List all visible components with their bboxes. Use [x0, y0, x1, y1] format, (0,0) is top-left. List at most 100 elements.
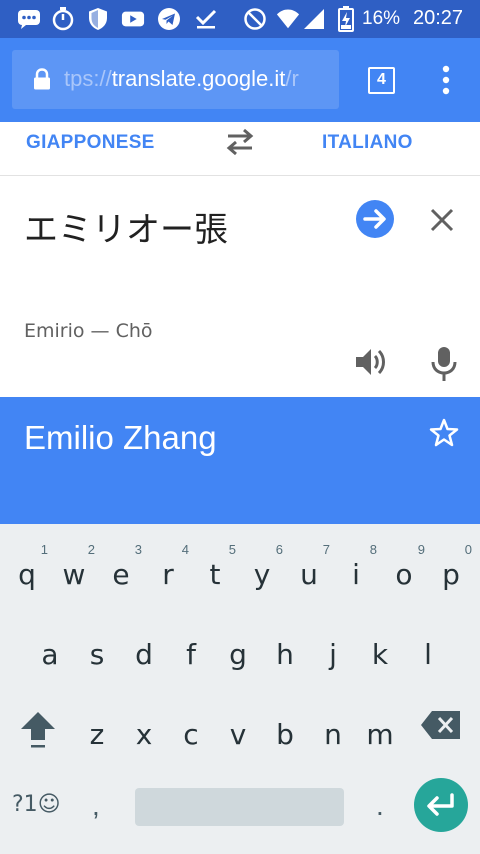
- target-language-button[interactable]: ITALIANO: [322, 132, 413, 154]
- url-bar[interactable]: tps://translate.google.it/r: [12, 50, 339, 109]
- space-bar[interactable]: [135, 788, 344, 826]
- translation-text[interactable]: Emilio Zhang: [24, 419, 217, 457]
- shift-key[interactable]: [18, 710, 58, 750]
- url-domain: translate.google.it: [111, 66, 286, 91]
- source-text[interactable]: エミリオー張: [24, 202, 228, 251]
- url-text: tps://translate.google.it/r: [64, 66, 299, 92]
- key-f[interactable]: f: [168, 612, 214, 676]
- key-label: q: [18, 558, 36, 591]
- key-hint-number: 3: [134, 542, 142, 557]
- key-d[interactable]: d: [121, 612, 167, 676]
- star-outline-icon: [429, 418, 459, 447]
- key-label: n: [324, 718, 342, 751]
- youtube-icon: [121, 7, 145, 31]
- source-input-area[interactable]: エミリオー張 Emirio — Chō: [0, 176, 480, 397]
- swap-arrows-icon: [226, 128, 254, 156]
- key-label: m: [366, 718, 394, 751]
- tab-switcher-button[interactable]: 4: [368, 67, 395, 94]
- shield-icon: [86, 7, 110, 31]
- key-label: g: [229, 638, 247, 671]
- key-label: f: [186, 638, 196, 671]
- battery-percent: 16%: [362, 8, 401, 29]
- key-label: a: [41, 638, 59, 671]
- key-j[interactable]: j: [310, 612, 356, 676]
- clear-input-button[interactable]: [428, 206, 456, 234]
- key-label: t: [209, 558, 221, 591]
- key-p[interactable]: p0: [428, 532, 474, 596]
- clock: 20:27: [413, 7, 464, 29]
- key-k[interactable]: k: [357, 612, 403, 676]
- stopwatch-icon: [51, 7, 75, 31]
- save-phrasebook-button[interactable]: [428, 417, 460, 449]
- cell-signal-icon: [302, 7, 326, 31]
- arrow-forward-icon: [363, 209, 386, 229]
- backspace-key[interactable]: [420, 710, 462, 740]
- key-z[interactable]: z: [74, 692, 120, 756]
- key-m[interactable]: m: [357, 692, 403, 756]
- key-label: l: [424, 638, 432, 671]
- symbols-key[interactable]: ?1☺: [12, 792, 61, 817]
- key-label: h: [276, 638, 294, 671]
- key-t[interactable]: t5: [192, 532, 238, 596]
- key-label: w: [62, 558, 86, 591]
- key-label: z: [89, 718, 105, 751]
- key-l[interactable]: l: [405, 612, 451, 676]
- key-o[interactable]: o9: [381, 532, 427, 596]
- key-b[interactable]: b: [262, 692, 308, 756]
- key-hint-number: 1: [40, 542, 48, 557]
- enter-key[interactable]: [414, 778, 468, 832]
- close-icon: [430, 208, 454, 232]
- messaging-icon: [17, 7, 41, 31]
- key-v[interactable]: v: [215, 692, 261, 756]
- key-q[interactable]: q1: [4, 532, 50, 596]
- key-label: v: [229, 718, 247, 751]
- key-hint-number: 8: [369, 542, 377, 557]
- swap-languages-button[interactable]: [222, 128, 258, 156]
- key-label: b: [276, 718, 294, 751]
- key-g[interactable]: g: [215, 612, 261, 676]
- key-s[interactable]: s: [74, 612, 120, 676]
- more-vert-icon: [442, 65, 450, 95]
- period-key[interactable]: .: [376, 790, 384, 822]
- browser-toolbar: tps://translate.google.it/r 4: [0, 38, 480, 122]
- key-c[interactable]: c: [168, 692, 214, 756]
- wifi-icon: [276, 7, 300, 31]
- key-label: k: [371, 638, 389, 671]
- key-n[interactable]: n: [310, 692, 356, 756]
- key-label: i: [352, 558, 360, 591]
- speaker-icon: [356, 349, 385, 375]
- source-language-button[interactable]: GIAPPONESE: [26, 132, 155, 154]
- key-label: j: [329, 638, 337, 671]
- key-w[interactable]: w2: [51, 532, 97, 596]
- translation-result-card[interactable]: Emilio Zhang: [0, 397, 480, 524]
- key-r[interactable]: r4: [145, 532, 191, 596]
- key-hint-number: 5: [228, 542, 236, 557]
- key-hint-number: 7: [322, 542, 330, 557]
- transliteration-text: Emirio — Chō: [24, 320, 153, 342]
- microphone-icon: [431, 347, 457, 381]
- comma-key[interactable]: ,: [92, 790, 100, 822]
- key-x[interactable]: x: [121, 692, 167, 756]
- url-scheme: tps://: [64, 66, 112, 91]
- translate-go-button[interactable]: [356, 200, 394, 238]
- voice-input-button[interactable]: [430, 346, 458, 382]
- key-y[interactable]: y6: [239, 532, 285, 596]
- key-e[interactable]: e3: [98, 532, 144, 596]
- battery-charging-icon: [334, 6, 358, 32]
- key-label: c: [183, 718, 199, 751]
- lock-icon: [32, 68, 54, 90]
- status-bar: 16% 20:27: [0, 0, 480, 38]
- listen-source-button[interactable]: [354, 346, 388, 378]
- on-screen-keyboard: q1w2e3r4t5y6u7i8o9p0 asdfghjkl zxcvbnm ?…: [0, 524, 480, 854]
- do-not-disturb-icon: [243, 7, 267, 31]
- key-label: y: [253, 558, 271, 591]
- key-hint-number: 6: [275, 542, 283, 557]
- key-a[interactable]: a: [27, 612, 73, 676]
- key-label: o: [395, 558, 413, 591]
- overflow-menu-button[interactable]: [432, 64, 460, 96]
- key-label: x: [135, 718, 153, 751]
- key-label: r: [162, 558, 174, 591]
- key-i[interactable]: i8: [333, 532, 379, 596]
- key-h[interactable]: h: [262, 612, 308, 676]
- key-u[interactable]: u7: [286, 532, 332, 596]
